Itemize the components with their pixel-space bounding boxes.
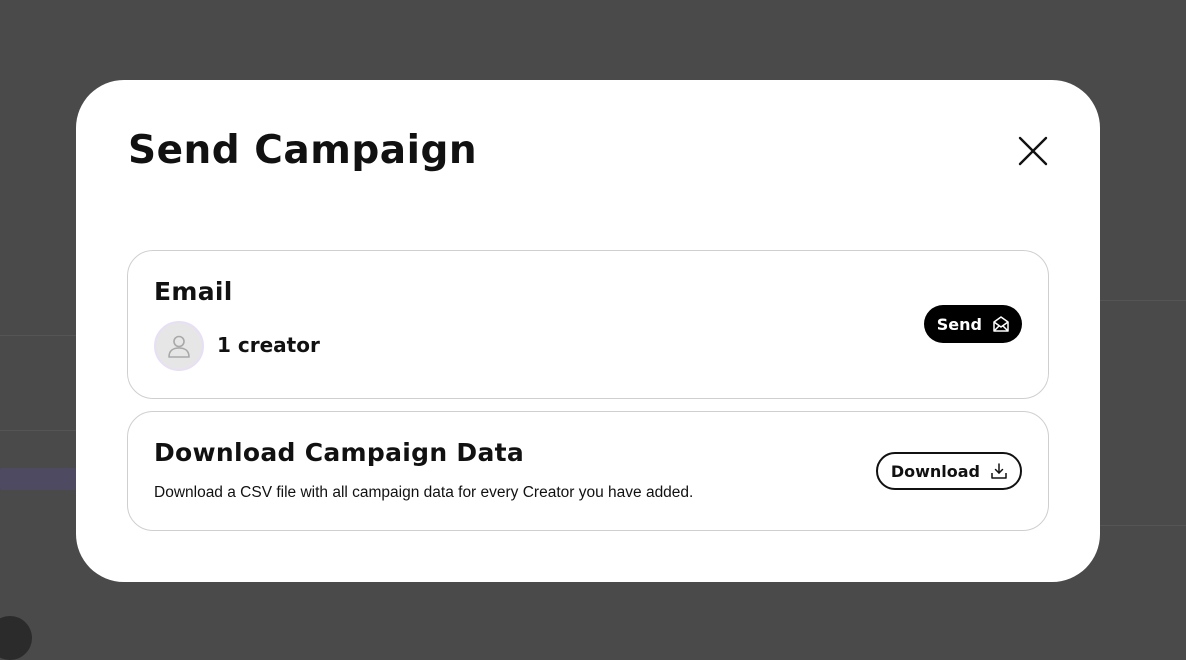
background-divider [0,430,76,431]
creator-count: 1 creator [217,333,320,357]
send-campaign-modal: Send Campaign Email 1 creator Send Downl… [76,80,1100,582]
email-card: Email 1 creator Send [127,250,1049,399]
download-button-label: Download [890,461,980,481]
modal-title: Send Campaign [128,128,478,173]
download-button[interactable]: Download [875,452,1022,490]
close-button[interactable] [1014,132,1052,170]
send-button-label: Send [936,314,982,334]
avatar [154,321,204,371]
background-divider [1100,300,1186,301]
background-avatar [0,616,32,660]
background-divider [0,335,76,336]
download-description: Download a CSV file with all campaign da… [154,484,694,501]
background-divider [1100,525,1186,526]
close-icon [1014,132,1052,170]
download-icon [990,462,1008,480]
download-card-title: Download Campaign Data [154,438,525,467]
background-tab-indicator [0,468,80,490]
email-card-title: Email [154,277,233,306]
download-card: Download Campaign Data Download a CSV fi… [127,411,1049,531]
user-icon [166,333,192,359]
send-button[interactable]: Send [923,305,1022,343]
mail-open-icon [992,315,1010,333]
